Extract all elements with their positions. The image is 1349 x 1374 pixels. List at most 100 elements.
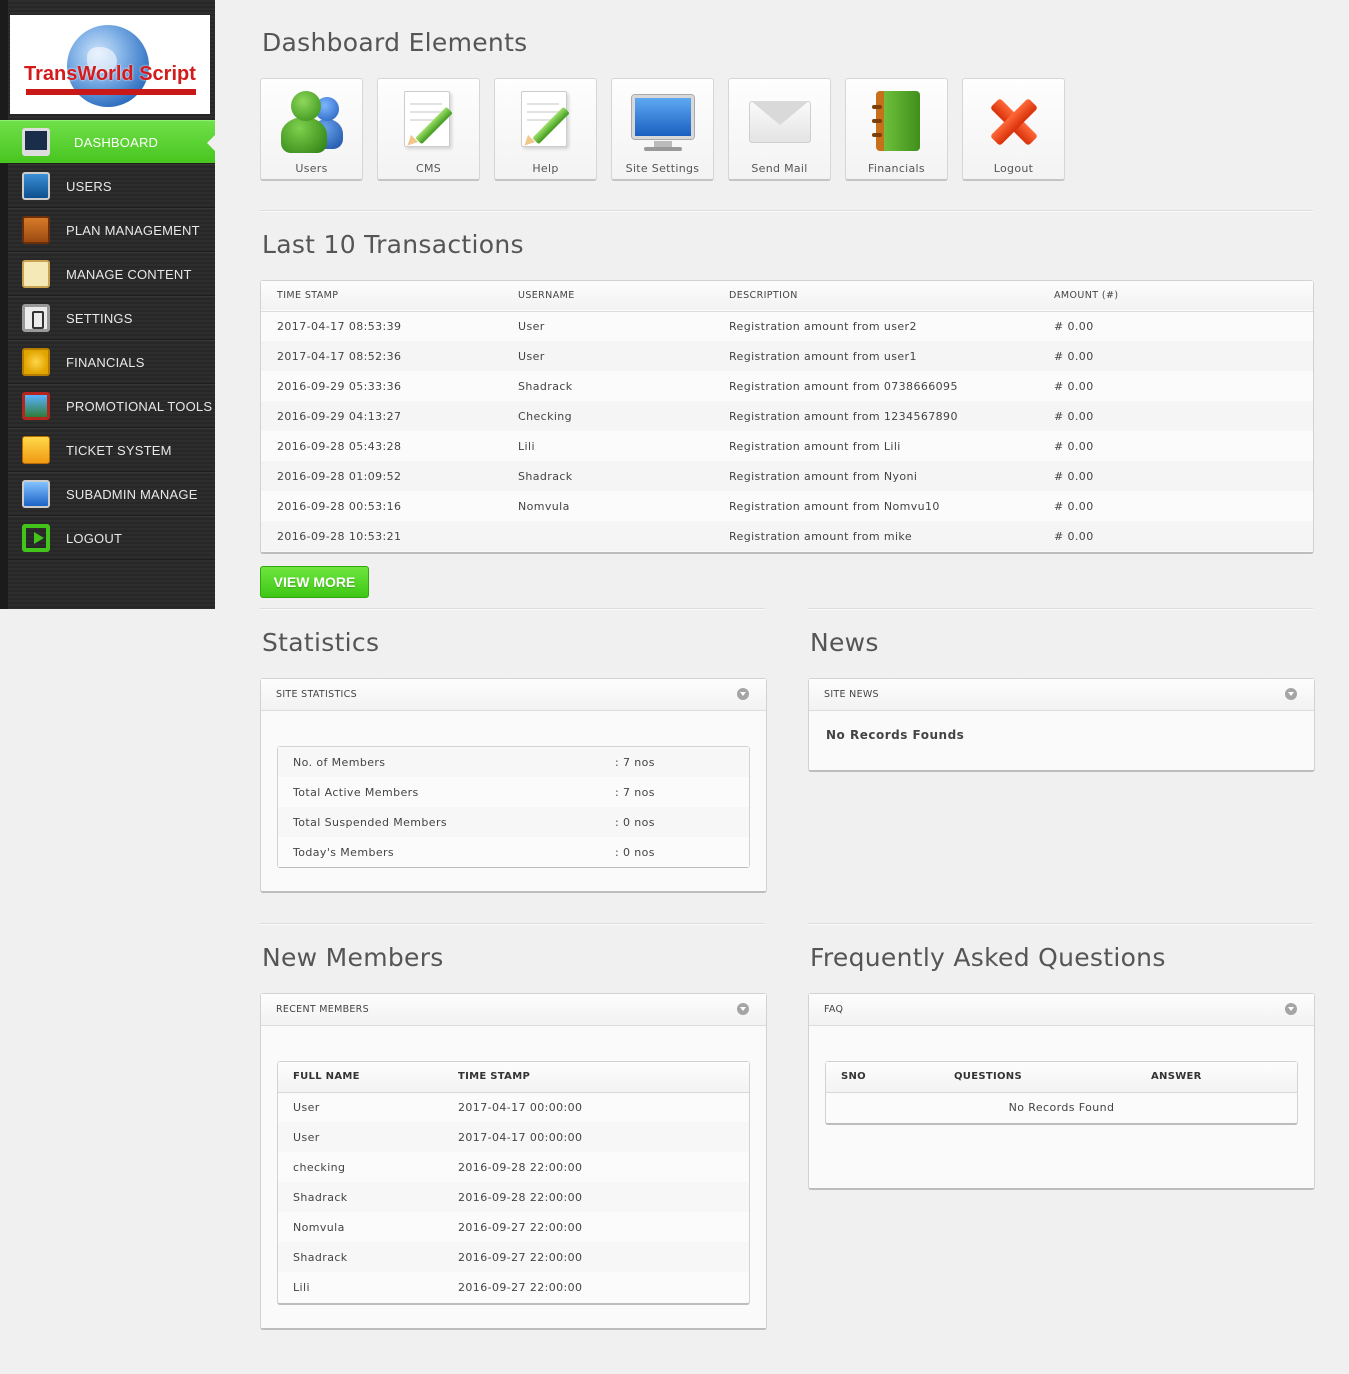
cell-full-name: User	[278, 1092, 458, 1122]
tile-site-settings[interactable]: Site Settings	[611, 78, 714, 181]
cell-username: Shadrack	[518, 371, 729, 401]
column-header: ANSWER	[1151, 1062, 1297, 1093]
panel-title: RECENT MEMBERS	[276, 1004, 369, 1015]
cell-amount: # 0.00	[1054, 431, 1313, 461]
collapse-icon[interactable]	[737, 1003, 749, 1015]
cell-timestamp: 2016-09-28 22:00:00	[458, 1152, 749, 1182]
cell-description: Registration amount from 1234567890	[729, 401, 1054, 431]
stat-value: : 7 nos	[615, 777, 749, 807]
logo-text: TransWorld Script	[24, 63, 196, 85]
new-members-table: FULL NAME TIME STAMP User 2017-04-17 00:…	[277, 1061, 750, 1305]
users-icon	[22, 172, 50, 200]
column-header: DESCRIPTION	[729, 290, 798, 302]
faq-title: Frequently Asked Questions	[810, 943, 1166, 972]
tile-label: Site Settings	[625, 162, 700, 175]
cell-description: Registration amount from Lili	[729, 431, 1054, 461]
tile-logout[interactable]: Logout	[962, 78, 1065, 181]
sidebar-item-label: USERS	[66, 178, 112, 194]
cell-full-name: Nomvula	[278, 1212, 458, 1242]
cell-amount: # 0.00	[1054, 371, 1313, 401]
table-row: 2016-09-28 05:43:28 Lili Registration am…	[261, 431, 1313, 461]
stat-value: : 0 nos	[615, 807, 749, 837]
sidebar-item-dashboard[interactable]: DASHBOARD	[0, 120, 215, 164]
cell-description: Registration amount from user1	[729, 341, 1054, 371]
sidebar-nav: DASHBOARD USERS PLAN MANAGEMENT MANAGE C…	[0, 120, 215, 560]
collapse-icon[interactable]	[1285, 688, 1297, 700]
sidebar-item-manage-content[interactable]: MANAGE CONTENT	[8, 252, 215, 296]
divider	[808, 923, 1313, 925]
new-members-title: New Members	[262, 943, 444, 972]
cell-username: User	[518, 311, 729, 341]
sidebar-item-label: DASHBOARD	[74, 134, 159, 150]
tile-help[interactable]: Help	[494, 78, 597, 181]
sidebar-item-subadmin-manage[interactable]: SUBADMIN MANAGE	[8, 472, 215, 516]
cell-timestamp: 2017-04-17 00:00:00	[458, 1092, 749, 1122]
sidebar-item-settings[interactable]: SETTINGS	[8, 296, 215, 340]
cell-description: Registration amount from mike	[729, 521, 1054, 551]
finder-icon	[22, 480, 50, 508]
coin-icon	[22, 348, 50, 376]
cell-timestamp: 2017-04-17 00:00:00	[458, 1122, 749, 1152]
collapse-icon[interactable]	[1285, 1003, 1297, 1015]
tile-financials[interactable]: Financials	[845, 78, 948, 181]
sidebar-item-logout[interactable]: LOGOUT	[8, 516, 215, 560]
table-row: Total Suspended Members : 0 nos	[278, 807, 749, 837]
statistics-table: No. of Members : 7 nos Total Active Memb…	[277, 746, 750, 868]
table-row: 2016-09-28 10:53:21 Registration amount …	[261, 521, 1313, 551]
divider	[808, 608, 1313, 610]
clipboard-icon	[22, 260, 50, 288]
column-header: FULL NAME	[278, 1062, 458, 1093]
table-row: 2016-09-28 00:53:16 Nomvula Registration…	[261, 491, 1313, 521]
tile-label: Users	[295, 162, 328, 175]
cell-timestamp: 2016-09-27 22:00:00	[458, 1272, 749, 1302]
cell-amount: # 0.00	[1054, 521, 1313, 551]
settings-icon	[22, 304, 50, 332]
cell-username: Nomvula	[518, 491, 729, 521]
users-icon	[280, 91, 343, 153]
stat-label: Today's Members	[278, 837, 615, 867]
divider	[260, 923, 765, 925]
panel-header: FAQ	[809, 994, 1314, 1026]
sidebar-item-ticket-system[interactable]: TICKET SYSTEM	[8, 428, 215, 472]
cell-amount: # 0.00	[1054, 311, 1313, 341]
table-row: Today's Members : 0 nos	[278, 837, 749, 867]
collapse-icon[interactable]	[737, 688, 749, 700]
cell-description: Registration amount from Nomvu10	[729, 491, 1054, 521]
sidebar-item-promotional-tools[interactable]: PROMOTIONAL TOOLS	[8, 384, 215, 428]
panel-title: FAQ	[824, 1004, 844, 1015]
column-header: TIME STAMP	[277, 290, 339, 302]
divider	[260, 210, 1313, 212]
dashboard-tiles: Users CMS Help Site Settings Send Mail F…	[260, 78, 1079, 181]
panel-title: SITE STATISTICS	[276, 689, 357, 700]
cell-timestamp: 2017-04-17 08:52:36	[261, 341, 518, 371]
cell-username: Lili	[518, 431, 729, 461]
brand-logo[interactable]: TransWorld Script	[10, 15, 210, 114]
view-more-button[interactable]: VIEW MORE	[260, 566, 369, 598]
cell-timestamp: 2016-09-28 05:43:28	[261, 431, 518, 461]
sidebar-item-plan-management[interactable]: PLAN MANAGEMENT	[8, 208, 215, 252]
tile-cms[interactable]: CMS	[377, 78, 480, 181]
stat-value: : 7 nos	[615, 747, 749, 777]
cell-full-name: Lili	[278, 1272, 458, 1302]
panel-header: RECENT MEMBERS	[261, 994, 766, 1026]
cell-amount: # 0.00	[1054, 341, 1313, 371]
cell-description: Registration amount from Nyoni	[729, 461, 1054, 491]
statistics-panel: SITE STATISTICS No. of Members : 7 nos T…	[260, 678, 767, 893]
tile-users[interactable]: Users	[260, 78, 363, 181]
sidebar-item-financials[interactable]: FINANCIALS	[8, 340, 215, 384]
sidebar-item-users[interactable]: USERS	[8, 164, 215, 208]
cell-timestamp: 2016-09-27 22:00:00	[458, 1212, 749, 1242]
tile-send-mail[interactable]: Send Mail	[728, 78, 831, 181]
sidebar-item-label: SUBADMIN MANAGE	[66, 486, 198, 502]
cell-username: Checking	[518, 401, 729, 431]
cell-timestamp: 2016-09-28 01:09:52	[261, 461, 518, 491]
cell-full-name: checking	[278, 1152, 458, 1182]
stat-label: Total Active Members	[278, 777, 615, 807]
cell-full-name: User	[278, 1122, 458, 1152]
document-pencil-icon	[515, 91, 577, 153]
close-x-icon	[983, 91, 1045, 153]
news-panel: SITE NEWS No Records Founds	[808, 678, 1315, 772]
cell-amount: # 0.00	[1054, 401, 1313, 431]
sidebar-item-label: SETTINGS	[66, 310, 133, 326]
cell-username	[518, 521, 729, 551]
